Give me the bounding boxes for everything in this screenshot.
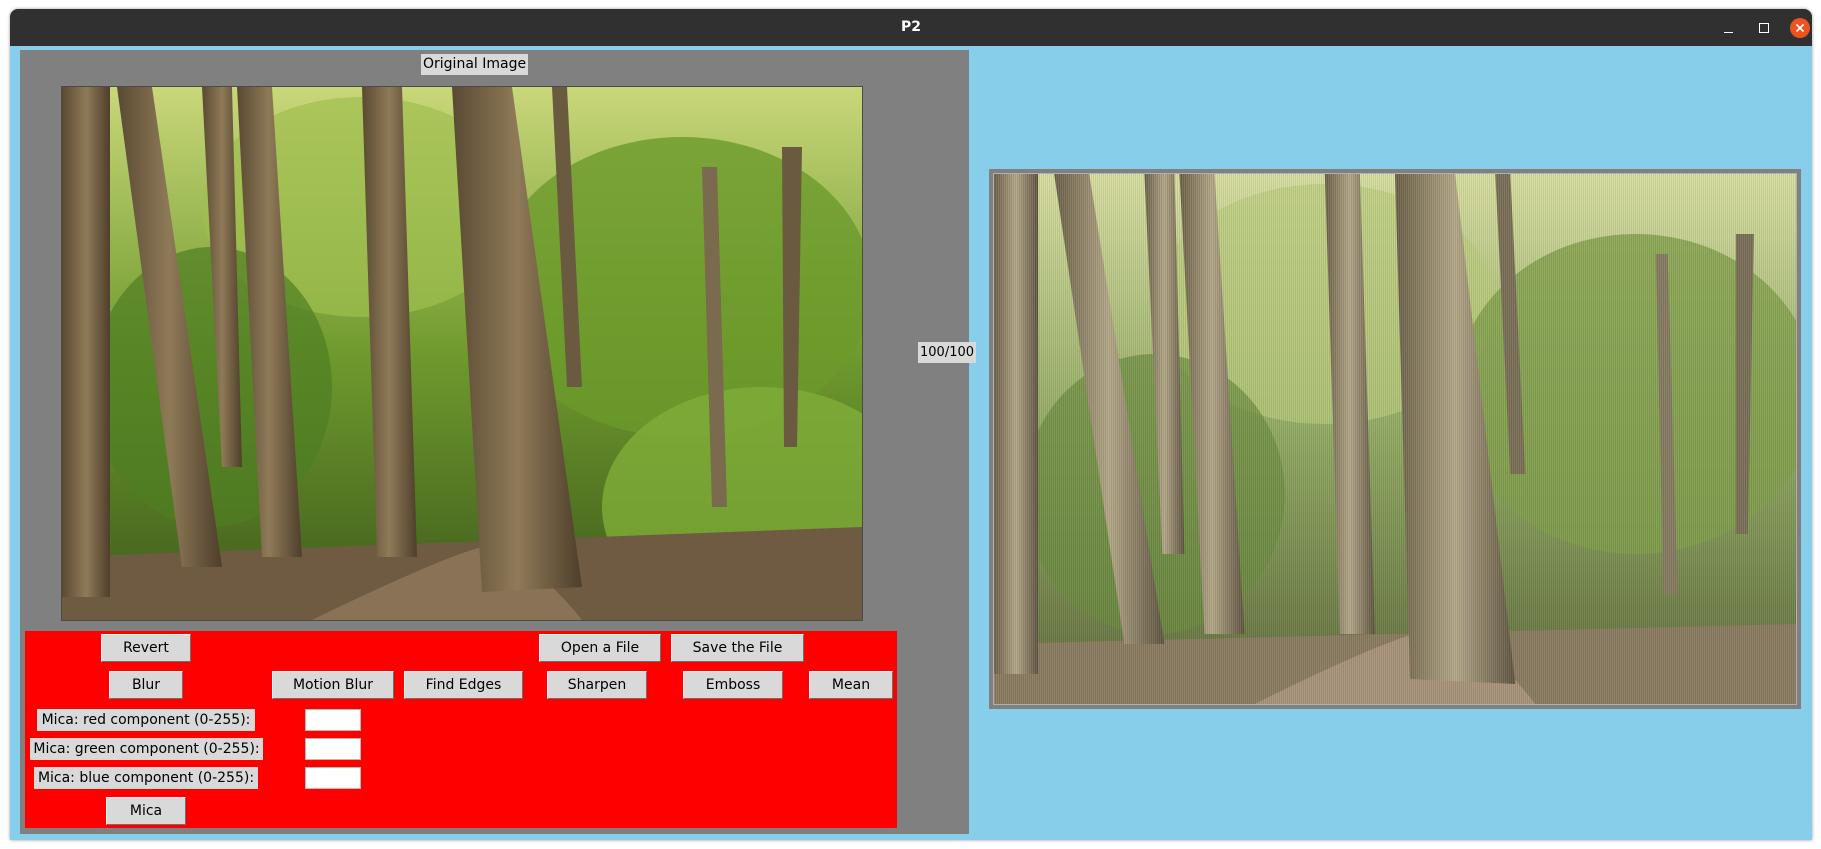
mica-red-input[interactable] [305,709,361,731]
controls-panel: Revert Open a File Save the File Blur Mo… [25,631,897,828]
result-frame [989,169,1801,709]
close-icon[interactable] [1790,18,1810,38]
mica-button[interactable]: Mica [106,797,186,825]
app-window: P2 Original Image 100/100 Revert Open a … [10,9,1812,840]
sharpen-button[interactable]: Sharpen [547,671,647,699]
mica-red-label: Mica: red component (0-255): [37,709,255,731]
mica-blue-label: Mica: blue component (0-255): [34,767,258,789]
revert-button[interactable]: Revert [101,634,191,662]
blur-button[interactable]: Blur [109,671,183,699]
processed-image [993,173,1797,705]
window-title: P2 [900,19,921,35]
original-image-label: Original Image [421,54,529,75]
mica-green-input[interactable] [305,738,361,760]
mica-green-label: Mica: green component (0-255): [30,738,263,760]
mica-blue-input[interactable] [305,767,361,789]
find-edges-button[interactable]: Find Edges [404,671,523,699]
open-file-button[interactable]: Open a File [539,634,661,662]
maximize-icon[interactable] [1754,18,1774,38]
left-panel: Original Image 100/100 Revert Open a Fil… [20,50,977,834]
original-image [61,86,863,621]
minimize-icon[interactable] [1718,18,1738,38]
scale-label: 100/100 [918,342,977,363]
save-file-button[interactable]: Save the File [671,634,804,662]
emboss-button[interactable]: Emboss [683,671,783,699]
title-bar[interactable]: P2 [10,9,1812,46]
motion-blur-button[interactable]: Motion Blur [272,671,394,699]
mean-button[interactable]: Mean [809,671,893,699]
